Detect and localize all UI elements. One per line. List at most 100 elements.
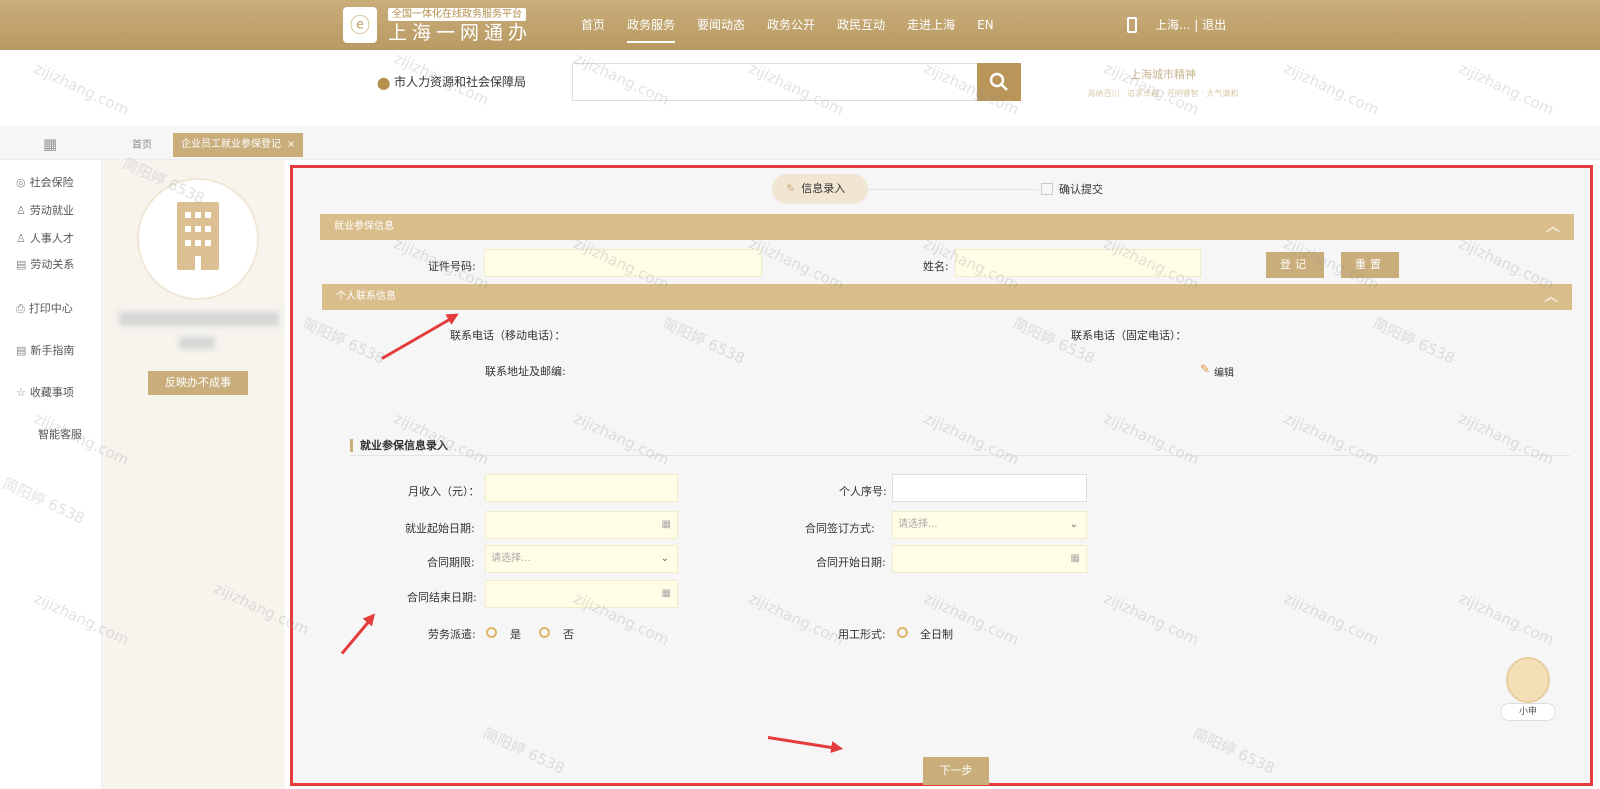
nav-about-shanghai[interactable]: 走进上海 [907,0,955,50]
sidebar-item-labor-employment[interactable]: ♙ 劳动就业 [16,202,74,218]
full-time-label[interactable]: 全日制 [920,626,953,642]
main-nav: 首页 政务服务 要闻动态 政务公开 政民互动 走进上海 EN [570,0,1005,50]
name-label: 姓名: [923,260,949,273]
watermark: zijizhang.com [1281,59,1382,119]
contract-term-select[interactable]: 请选择... ⌄ [485,545,678,573]
contract-end-label: 合同结束日期: [407,591,477,604]
form-section-title: 就业参保信息录入 [350,439,448,452]
assistant-widget[interactable]: 小申 [1500,655,1556,723]
calendar-icon[interactable]: ▦ [662,581,671,607]
nav-interaction[interactable]: 政民互动 [837,0,885,50]
location-pin-icon: ⬤ [377,76,391,90]
edit-icon[interactable]: ✎ [1200,362,1210,376]
tab-label: 企业员工就业参保登记 [181,139,281,150]
printer-icon: ⎙ [16,302,25,315]
document-icon: ▤ [16,258,27,271]
monthly-income-input[interactable] [485,474,678,502]
personal-no-input[interactable] [892,474,1087,502]
feedback-button[interactable]: 反映办不成事 [148,371,248,395]
form-divider [350,455,1570,456]
fixed-phone-label: 联系电话（固定电话）： [1071,329,1187,342]
nav-home[interactable]: 首页 [581,0,605,50]
logo-icon[interactable]: ⓔ [343,7,377,43]
contract-end-picker[interactable]: ▦ [485,580,678,608]
monthly-income-label: 月收入（元）： [408,485,480,498]
dispatch-no-radio[interactable] [539,627,550,638]
nav-news[interactable]: 要闻动态 [697,0,745,50]
nav-en[interactable]: EN [977,0,994,50]
chevron-down-icon: ⌄ [1069,519,1078,530]
logo-title[interactable]: 上海一网通办 [388,22,532,44]
search-button[interactable] [977,63,1021,101]
tab-home[interactable]: 首页 [132,136,152,151]
collapse-icon[interactable]: ︿ [1546,214,1560,240]
section-personal-contact[interactable]: 个人联系信息 ︿ [322,284,1572,310]
nav-gov-public[interactable]: 政务公开 [767,0,815,50]
dispatch-yes-radio[interactable] [486,627,497,638]
contract-term-label: 合同期限: [427,556,475,569]
search-input[interactable] [572,63,978,101]
mobile-phone-label: 联系电话（移动电话）： [450,329,566,342]
logo-subtitle: 全国一体化在线政务服务平台 [388,8,526,21]
step-info-entry: ✎ 信息录入 [772,174,868,204]
close-tab-icon[interactable]: × [287,139,295,150]
mobile-phone-icon[interactable] [1127,17,1137,33]
start-date-label: 就业起始日期: [405,522,475,535]
sidebar-item-print-center[interactable]: ⎙ 打印中心 [16,300,73,316]
sidebar-item-beginner-guide[interactable]: ▤ 新手指南 [16,342,74,358]
watermark: zijizhang.com [31,59,132,119]
department-location[interactable]: 市人力资源和社会保障局 [394,73,526,90]
step-connector [868,189,1038,190]
assistant-label: 小申 [1500,703,1556,721]
chevron-down-icon: ⌄ [660,553,669,564]
sidebar-item-hr-talent[interactable]: ♙ 人事人才 [16,230,74,246]
register-button[interactable]: 登记 [1266,252,1324,278]
star-icon: ☆ [16,386,26,399]
user-logout[interactable]: 上海... | 退出 [1155,0,1226,50]
edit-link[interactable]: 编辑 [1214,364,1234,379]
sidebar-item-smart-service[interactable]: 智能客服 [38,426,82,442]
calendar-icon[interactable]: ▦ [1071,546,1080,572]
assistant-avatar-icon [1506,657,1550,703]
company-avatar [137,178,259,300]
sidebar-item-labor-relations[interactable]: ▤ 劳动关系 [16,256,74,272]
company-id-redacted [179,337,215,349]
left-sidebar: ◎ 社会保险 ♙ 劳动就业 ♙ 人事人才 ▤ 劳动关系 ⎙ 打印中心 ▤ 新手指南 ☆ 收藏事… [0,160,102,789]
step-confirm-submit: 确认提交 [1041,181,1103,197]
search-icon [989,72,1008,91]
full-time-radio[interactable] [897,627,908,638]
address-label: 联系地址及邮编: [485,365,566,378]
person-icon: ♙ [16,232,26,245]
nav-gov-services[interactable]: 政务服务 [627,0,676,50]
start-date-picker[interactable]: ▦ [485,511,678,539]
contract-start-label: 合同开始日期: [816,556,886,569]
calendar-icon[interactable]: ▦ [662,512,671,538]
reset-button[interactable]: 重置 [1341,252,1399,278]
city-spirit-subtitle: 海纳百川 · 追求卓越 · 开明睿智 · 大气谦和 [1087,89,1239,98]
next-step-button[interactable]: 下一步 [923,757,989,785]
building-icon [177,202,219,270]
collapse-icon[interactable]: ︿ [1544,284,1558,310]
personal-no-label: 个人序号: [839,485,887,498]
city-spirit-slogan: 上海城市精神 [1130,68,1196,81]
section-employment-insurance[interactable]: 就业参保信息 ︿ [320,214,1574,240]
dispatch-label: 劳务派遣: [428,628,476,641]
person-icon: ♙ [16,204,26,217]
dispatch-no-label[interactable]: 否 [563,626,574,642]
edit-step-icon: ✎ [786,182,796,195]
dispatch-yes-label[interactable]: 是 [510,626,521,642]
contract-start-picker[interactable]: ▦ [892,545,1087,573]
tab-employee-registration[interactable]: 企业员工就业参保登记 × [173,133,304,157]
name-input[interactable] [955,249,1201,277]
id-number-input[interactable] [484,249,762,277]
apps-grid-icon[interactable]: ▦ [43,135,57,153]
insurance-icon: ◎ [16,176,26,189]
sign-method-select[interactable]: 请选择... ⌄ [892,511,1087,539]
employment-form-label: 用工形式: [838,628,886,641]
id-number-label: 证件号码: [428,260,476,273]
top-header: ⓔ 全国一体化在线政务服务平台 上海一网通办 首页 政务服务 要闻动态 政务公开… [0,0,1600,50]
company-name-redacted [119,312,279,326]
sidebar-item-favorites[interactable]: ☆ 收藏事项 [16,384,74,400]
watermark: zijizhang.com [1456,59,1557,119]
sidebar-item-social-insurance[interactable]: ◎ 社会保险 [16,174,74,190]
